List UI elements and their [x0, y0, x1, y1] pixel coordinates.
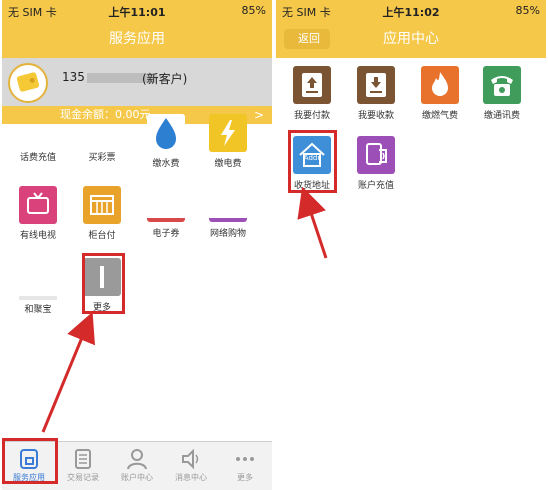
arrow-to-address — [297, 186, 328, 259]
annotation-arrows — [41, 186, 328, 433]
arrow-to-more — [41, 311, 95, 433]
